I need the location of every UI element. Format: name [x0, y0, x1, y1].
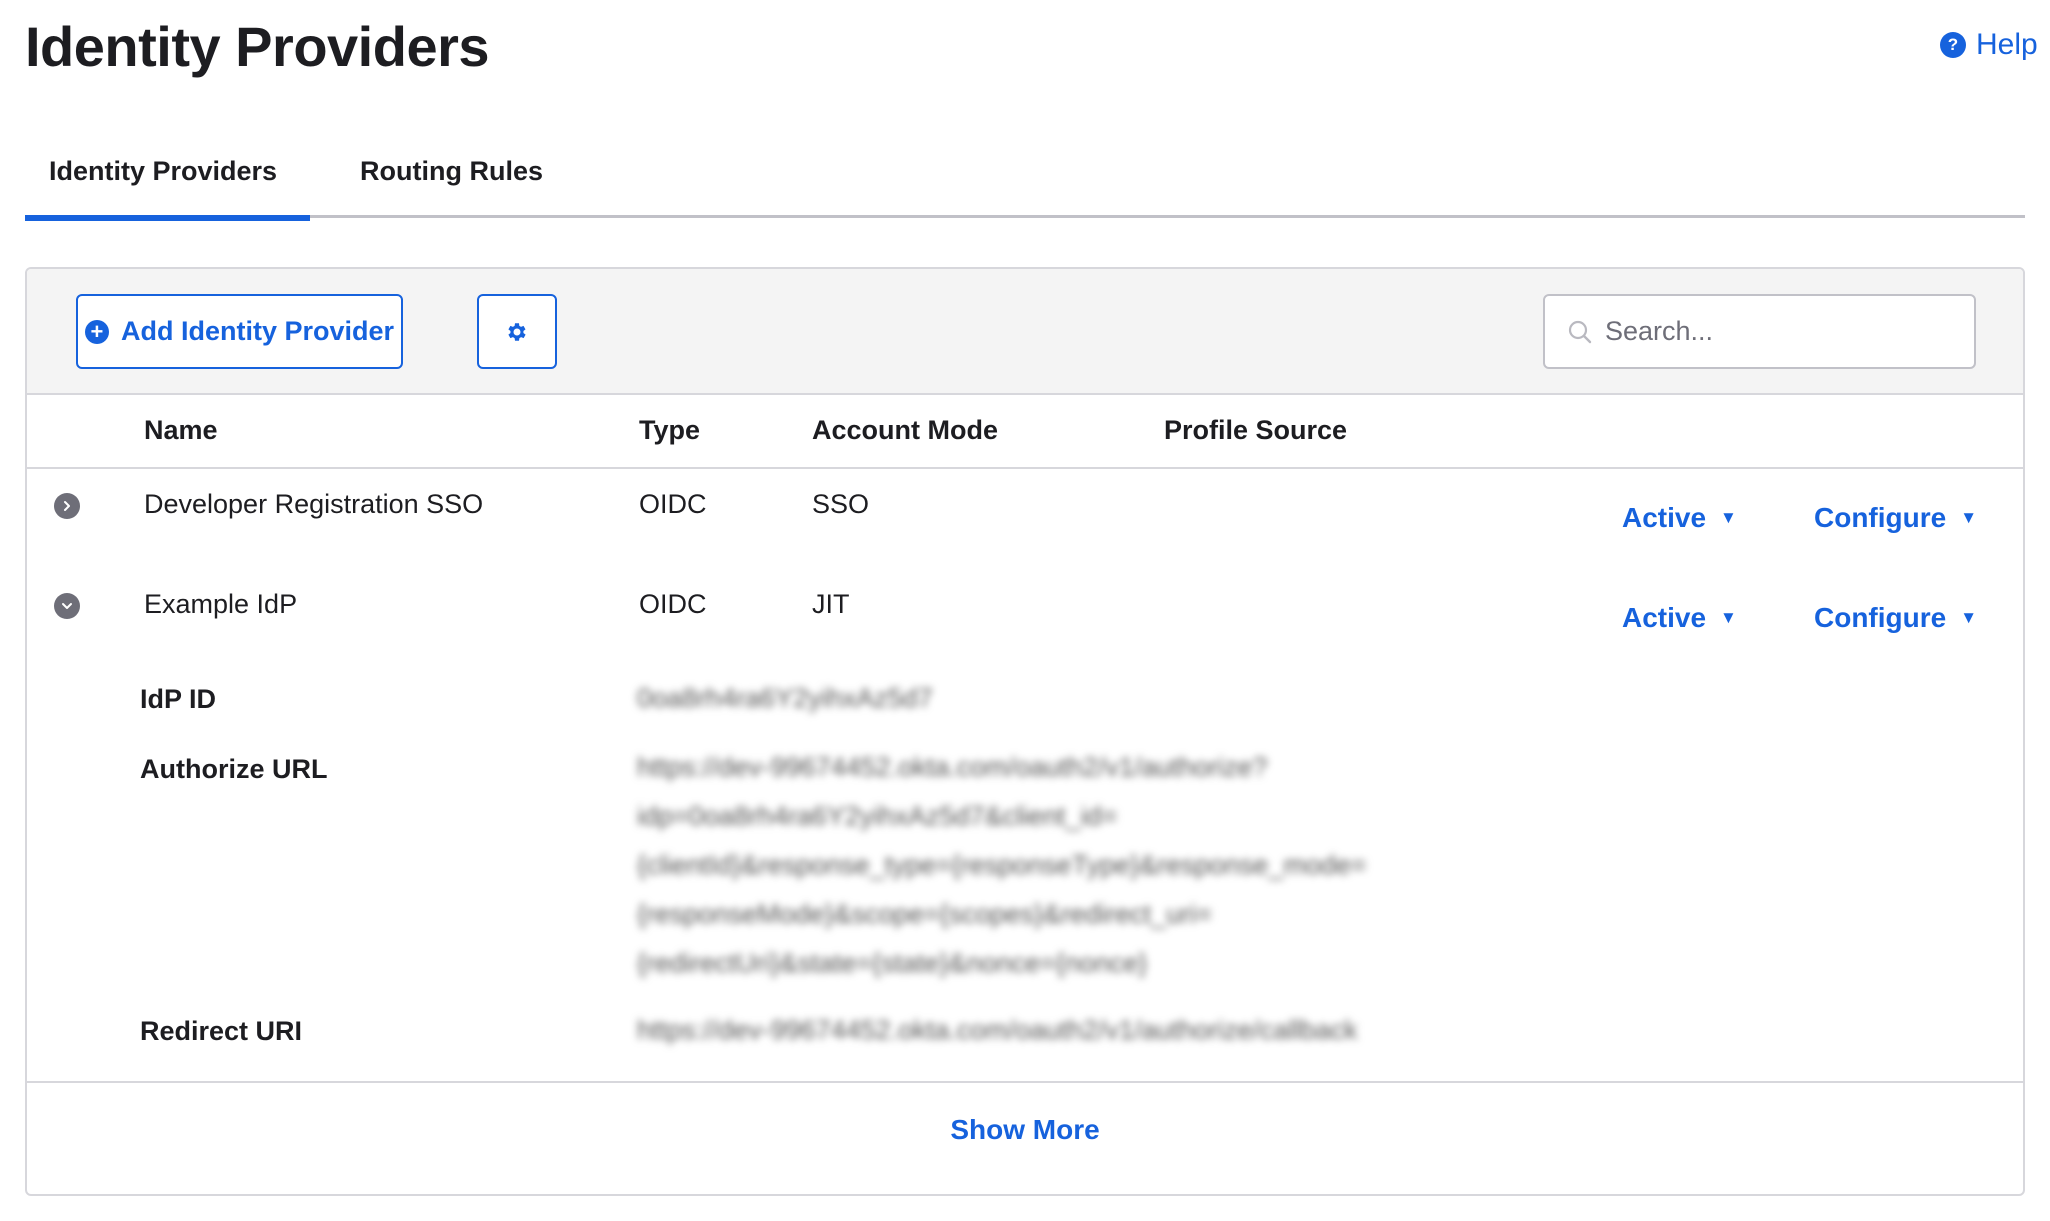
redirect-uri-value: https://dev-99674452.okta.com/oauth2/v1/…: [637, 1015, 1358, 1045]
caret-down-icon: ▼: [1960, 608, 1978, 627]
collapse-row-button[interactable]: [54, 593, 80, 619]
cell-name: Example IdP: [144, 589, 298, 619]
redirect-uri-label: Redirect URI: [140, 1016, 303, 1046]
search-input[interactable]: [1605, 316, 1945, 347]
cell-account-mode: SSO: [812, 489, 870, 519]
cell-name: Developer Registration SSO: [144, 489, 484, 519]
divider: [27, 1081, 2023, 1083]
tab-identity-providers[interactable]: Identity Providers: [25, 156, 310, 221]
toolbar: + Add Identity Provider: [27, 269, 2023, 395]
idp-id-label: IdP ID: [140, 684, 217, 714]
cell-type: OIDC: [639, 589, 707, 619]
add-identity-provider-label: Add Identity Provider: [120, 316, 395, 346]
expand-row-button[interactable]: [54, 493, 80, 519]
gear-icon: [508, 322, 526, 341]
chevron-right-icon: [64, 501, 70, 511]
tab-bar: Identity Providers Routing Rules: [25, 140, 2025, 221]
cell-type: OIDC: [639, 489, 707, 519]
status-dropdown[interactable]: Active ▼: [1622, 502, 1737, 534]
authorize-url-line: https://dev-99674452.okta.com/oauth2/v1/…: [637, 752, 1268, 782]
status-dropdown[interactable]: Active ▼: [1622, 602, 1737, 634]
authorize-url-line: {clientId}&response_type={responseType}&…: [637, 850, 1367, 880]
authorize-url-line: {redirectUri}&state={state}&nonce={nonce…: [637, 948, 1148, 978]
add-identity-provider-button[interactable]: + Add Identity Provider: [76, 294, 403, 369]
tab-routing-rules[interactable]: Routing Rules: [360, 156, 543, 218]
table-row: Developer Registration SSO OIDC SSO Acti…: [27, 469, 2023, 567]
column-header-profile-source[interactable]: Profile Source: [1164, 415, 1347, 446]
authorize-url-line: {responseMode}&scope={scopes}&redirect_u…: [637, 899, 1212, 929]
plus-circle-icon: +: [84, 319, 109, 344]
search-icon: [1568, 320, 1592, 343]
authorize-url-line: idp=0oa8rh4ra6Y2yihxAz5d7&client_id=: [637, 801, 1118, 831]
chevron-down-icon: [62, 603, 72, 609]
configure-label: Configure: [1814, 602, 1947, 633]
configure-dropdown[interactable]: Configure ▼: [1814, 602, 1977, 634]
status-label: Active: [1622, 502, 1707, 533]
column-header-name[interactable]: Name: [144, 415, 218, 446]
authorize-url-value: https://dev-99674452.okta.com/oauth2/v1/…: [637, 743, 1367, 988]
caret-down-icon: ▼: [1720, 508, 1737, 527]
status-label: Active: [1622, 602, 1707, 633]
help-link[interactable]: ? Help: [1940, 28, 2038, 62]
column-header-type[interactable]: Type: [639, 415, 700, 446]
configure-label: Configure: [1814, 502, 1947, 533]
table-row: Example IdP OIDC JIT Active ▼ Configure …: [27, 569, 2023, 667]
caret-down-icon: ▼: [1720, 608, 1737, 627]
settings-button[interactable]: [477, 294, 557, 369]
question-circle-icon: ?: [1940, 32, 1966, 58]
caret-down-icon: ▼: [1960, 508, 1978, 527]
table-header: Name Type Account Mode Profile Source: [27, 395, 2023, 469]
idp-id-value: 0oa8rh4ra6Y2yihxAz5d7: [637, 683, 933, 713]
search-field: [1543, 294, 1976, 369]
show-more-button[interactable]: Show More: [27, 1114, 2023, 1146]
identity-providers-panel: + Add Identity Provider Name Type Accoun…: [25, 267, 2025, 1196]
configure-dropdown[interactable]: Configure ▼: [1814, 502, 1977, 534]
help-label: Help: [1976, 28, 2038, 61]
column-header-account-mode[interactable]: Account Mode: [812, 415, 998, 446]
authorize-url-label: Authorize URL: [140, 754, 328, 784]
cell-account-mode: JIT: [812, 589, 850, 619]
page-title: Identity Providers: [25, 15, 490, 78]
